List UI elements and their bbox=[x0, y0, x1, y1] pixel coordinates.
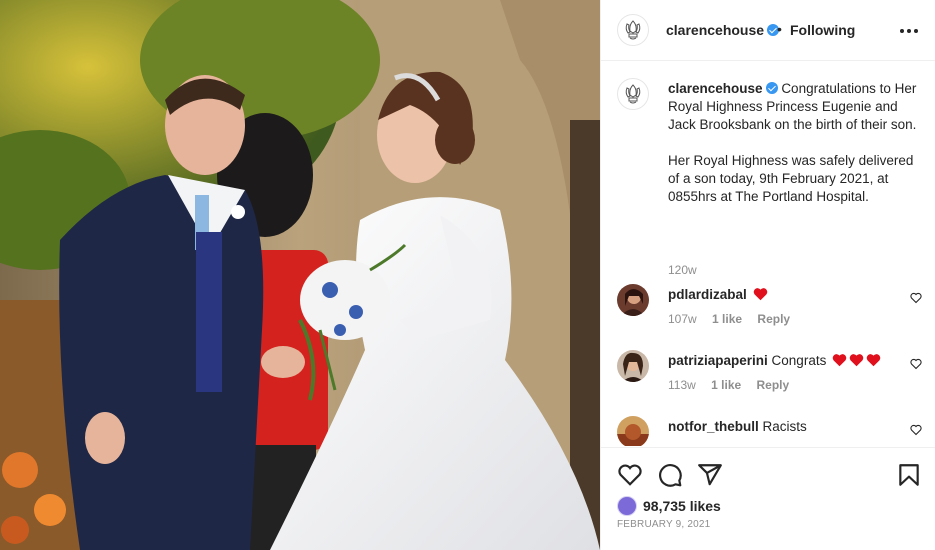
comment-username[interactable]: notfor_thebull bbox=[668, 419, 759, 434]
following-button[interactable]: Following bbox=[790, 22, 855, 38]
comment-body: Congrats bbox=[771, 353, 827, 368]
post-header: clarencehouse • Following bbox=[601, 0, 935, 61]
reply-button[interactable]: Reply bbox=[757, 312, 790, 326]
commenter-avatar[interactable] bbox=[617, 416, 649, 446]
comment-username[interactable]: patriziapaperini bbox=[668, 353, 768, 368]
prince-of-wales-feathers-icon bbox=[625, 20, 641, 40]
caption-avatar[interactable] bbox=[617, 78, 649, 110]
comment-text: notfor_thebull Racists bbox=[668, 419, 807, 434]
caption-age: 120w bbox=[668, 263, 697, 277]
red-heart-emoji-icon bbox=[753, 288, 767, 301]
commenter-avatar[interactable] bbox=[617, 350, 649, 382]
comment-meta: 113w 1 like Reply bbox=[668, 378, 801, 392]
comment-text: pdlardizabal bbox=[668, 287, 768, 302]
likes-summary[interactable]: 98,735 likes bbox=[617, 496, 721, 516]
liker-avatar bbox=[617, 496, 637, 516]
reply-button[interactable]: Reply bbox=[757, 378, 790, 392]
post-actions: 98,735 likes February 9, 2021 bbox=[601, 447, 935, 550]
caption-username[interactable]: clarencehouse bbox=[668, 81, 763, 96]
separator-dot: • bbox=[777, 21, 782, 37]
comment-username[interactable]: pdlardizabal bbox=[668, 287, 747, 302]
heart-icon[interactable] bbox=[910, 358, 922, 370]
red-heart-emoji-icon bbox=[849, 354, 864, 367]
red-heart-emoji-icon bbox=[866, 354, 881, 367]
likes-count[interactable]: 98,735 likes bbox=[643, 498, 721, 514]
comment-text: patriziapaperini Congrats bbox=[668, 353, 881, 368]
paper-plane-icon[interactable] bbox=[697, 462, 723, 488]
heart-icon[interactable] bbox=[617, 462, 643, 488]
post-photo[interactable] bbox=[0, 0, 600, 550]
avatar[interactable] bbox=[617, 14, 649, 46]
username-text[interactable]: clarencehouse bbox=[666, 22, 764, 38]
comments-list[interactable]: clarencehouse Congratulations to Her Roy… bbox=[601, 62, 935, 446]
comment-item: notfor_thebull Racists bbox=[617, 416, 922, 446]
prince-of-wales-feathers-icon bbox=[625, 84, 641, 104]
commenter-avatar[interactable] bbox=[617, 284, 649, 316]
wedding-photo-image bbox=[0, 0, 600, 550]
comment-likes-link[interactable]: 1 like bbox=[711, 378, 741, 392]
heart-icon[interactable] bbox=[910, 292, 922, 304]
comment-likes-link[interactable]: 1 like bbox=[712, 312, 742, 326]
verified-badge-icon bbox=[765, 82, 778, 94]
post-date[interactable]: February 9, 2021 bbox=[617, 519, 710, 530]
comment-meta: 107w 1 like Reply bbox=[668, 312, 802, 326]
comment-item: pdlardizabal 107w 1 like Reply bbox=[617, 284, 922, 336]
heart-icon[interactable] bbox=[910, 424, 922, 436]
comment-icon[interactable] bbox=[657, 462, 683, 488]
header-username[interactable]: clarencehouse bbox=[666, 22, 780, 38]
comment-age: 107w bbox=[668, 312, 697, 326]
red-heart-emoji-icon bbox=[832, 354, 847, 367]
caption-text: clarencehouse Congratulations to Her Roy… bbox=[668, 80, 918, 224]
comment-item: patriziapaperini Congrats 113w 1 like Re… bbox=[617, 350, 922, 402]
comment-age: 113w bbox=[668, 378, 696, 392]
post-side-panel: clarencehouse • Following clarencehouse … bbox=[600, 0, 935, 550]
bookmark-icon[interactable] bbox=[896, 462, 922, 488]
more-horizontal-icon[interactable] bbox=[897, 19, 921, 43]
caption-paragraph-2: Her Royal Highness was safely delivered … bbox=[668, 153, 914, 204]
comment-body: Racists bbox=[762, 419, 807, 434]
